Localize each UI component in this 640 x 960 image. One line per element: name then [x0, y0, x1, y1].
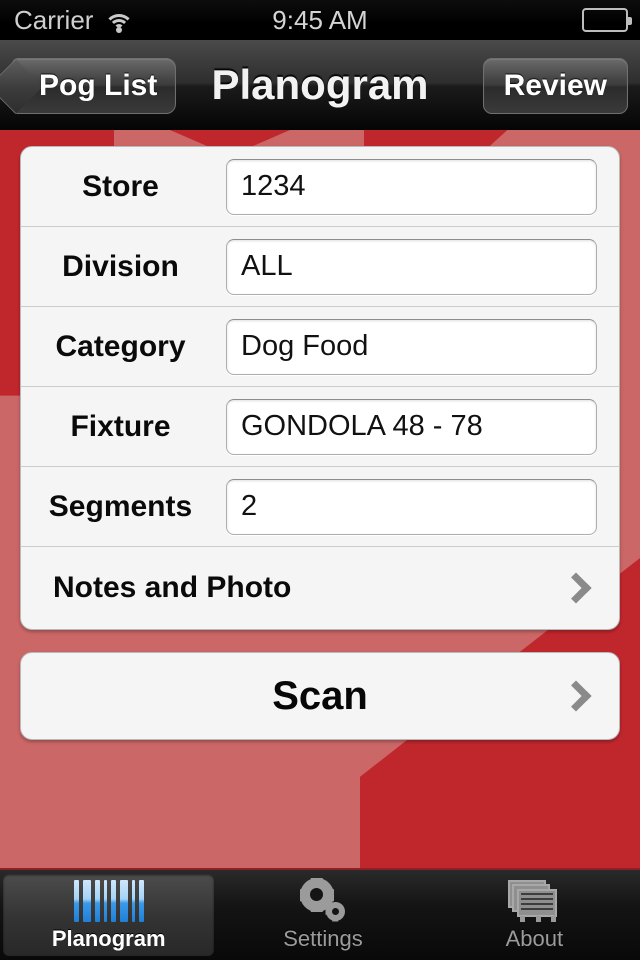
tab-about-label: About	[505, 926, 564, 951]
form-label-segments: Segments	[48, 489, 193, 523]
tab-settings-label: Settings	[283, 926, 363, 951]
tab-planogram-label: Planogram	[51, 926, 166, 951]
form-row-store[interactable]: Store 1234	[21, 147, 619, 227]
store-input[interactable]: 1234	[226, 158, 597, 215]
form-label-category: Category	[55, 329, 186, 363]
notes-and-photo-label: Notes and Photo	[53, 571, 292, 604]
battery-icon	[582, 8, 632, 32]
category-input[interactable]: Dog Food	[226, 318, 597, 375]
status-bar-right	[582, 8, 632, 32]
status-bar: Carrier 9:45 AM	[0, 0, 640, 40]
tab-bar: Planogram Settings About	[0, 868, 640, 960]
notes-and-photo-row[interactable]: Notes and Photo	[21, 547, 619, 629]
content-area: Store 1234 Division ALL Category Dog Foo…	[0, 130, 640, 868]
navigation-bar: Pog List Planogram Review	[0, 40, 640, 130]
form-row-fixture[interactable]: Fixture GONDOLA 48 - 78	[21, 387, 619, 467]
clock-label: 9:45 AM	[272, 4, 368, 35]
barcode-icon	[73, 878, 144, 922]
form-label-store: Store	[82, 169, 159, 203]
form-row-category[interactable]: Category Dog Food	[21, 307, 619, 387]
form-label-division: Division	[62, 249, 179, 283]
tab-planogram[interactable]: Planogram	[3, 874, 215, 956]
division-input[interactable]: ALL	[226, 238, 597, 295]
fixture-input[interactable]: GONDOLA 48 - 78	[226, 398, 597, 455]
review-button-label: Review	[503, 69, 607, 102]
segments-input[interactable]: 2	[226, 478, 597, 535]
scan-button[interactable]: Scan	[20, 652, 620, 740]
scan-button-label: Scan	[272, 673, 368, 718]
tab-settings[interactable]: Settings	[217, 870, 428, 960]
chevron-right-icon	[560, 680, 592, 712]
review-button[interactable]: Review	[482, 58, 628, 114]
tab-about[interactable]: About	[429, 870, 640, 960]
gear-icon	[298, 878, 348, 922]
shelf-icon	[508, 878, 560, 922]
form-label-fixture: Fixture	[70, 409, 171, 443]
back-button-label: Pog List	[39, 69, 158, 102]
chevron-right-icon	[560, 572, 592, 604]
form-row-division[interactable]: Division ALL	[21, 227, 619, 307]
form-row-segments[interactable]: Segments 2	[21, 467, 619, 547]
planogram-form-card: Store 1234 Division ALL Category Dog Foo…	[20, 146, 620, 630]
